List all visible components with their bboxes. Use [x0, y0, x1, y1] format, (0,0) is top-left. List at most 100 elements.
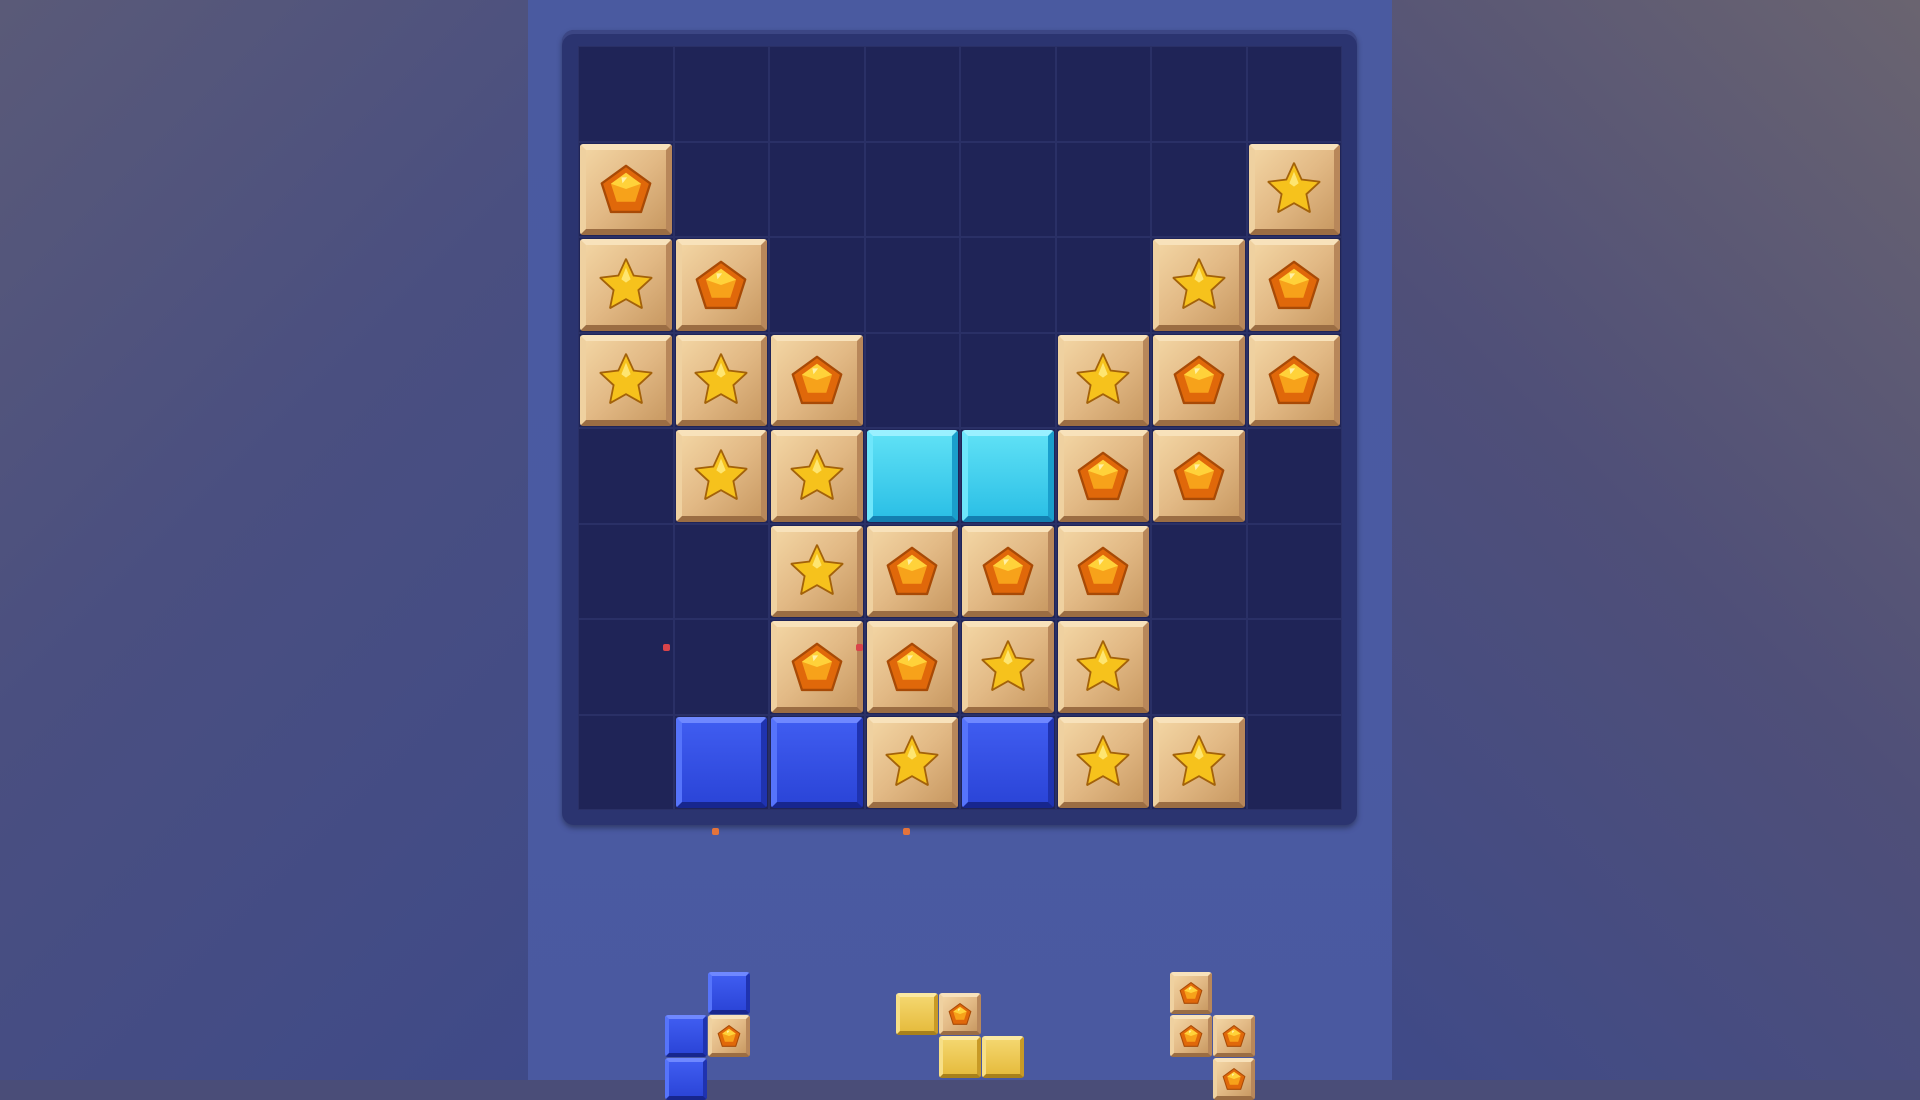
board-cell[interactable] — [578, 141, 674, 237]
board-cell[interactable] — [578, 714, 674, 810]
pentagon-gem-icon — [1077, 451, 1129, 500]
pentagon-gem-icon — [1179, 982, 1203, 1004]
board-cell[interactable] — [864, 332, 960, 428]
board-cell[interactable] — [769, 46, 865, 142]
board-cell[interactable] — [578, 332, 674, 428]
star-gem-icon — [1267, 162, 1321, 214]
board-cell[interactable] — [1055, 46, 1151, 142]
board-cell[interactable] — [960, 523, 1056, 619]
board-cell[interactable] — [769, 714, 865, 810]
game-board[interactable] — [578, 46, 1342, 810]
board-cell[interactable] — [769, 523, 865, 619]
board-cell[interactable] — [1055, 523, 1151, 619]
pentagon-gem-icon — [1222, 1068, 1246, 1090]
board-cell[interactable] — [960, 141, 1056, 237]
board-cell[interactable] — [578, 428, 674, 524]
board-cell[interactable] — [578, 46, 674, 142]
wood-star-block — [675, 334, 767, 426]
tray-tile — [1213, 1058, 1255, 1100]
board-cell[interactable] — [960, 714, 1056, 810]
wood-pentagon-block — [1213, 1058, 1255, 1100]
board-cell[interactable] — [578, 523, 674, 619]
cyan-block — [866, 430, 958, 522]
board-cell[interactable] — [769, 332, 865, 428]
board-cell[interactable] — [673, 619, 769, 715]
board-cell[interactable] — [1151, 714, 1247, 810]
board-cell[interactable] — [673, 523, 769, 619]
board-cell[interactable] — [673, 332, 769, 428]
board-cell[interactable] — [1246, 332, 1342, 428]
pentagon-gem-icon — [695, 260, 747, 309]
board-cell[interactable] — [864, 714, 960, 810]
board-cell[interactable] — [673, 428, 769, 524]
board-cell[interactable] — [1246, 523, 1342, 619]
board-cell[interactable] — [1246, 714, 1342, 810]
board-cell[interactable] — [864, 428, 960, 524]
star-gem-icon — [694, 353, 748, 405]
star-gem-icon — [885, 735, 939, 787]
wood-pentagon-block — [1248, 239, 1340, 331]
board-cell[interactable] — [1246, 141, 1342, 237]
wood-star-block — [1057, 334, 1149, 426]
board-cell[interactable] — [1151, 428, 1247, 524]
board-cell[interactable] — [578, 619, 674, 715]
board-cell[interactable] — [1151, 141, 1247, 237]
blue-block — [771, 716, 863, 808]
board-cell[interactable] — [578, 237, 674, 333]
wood-pentagon-block — [939, 993, 981, 1035]
board-cell[interactable] — [1151, 523, 1247, 619]
board-cell[interactable] — [960, 332, 1056, 428]
board-cell[interactable] — [1151, 46, 1247, 142]
board-cell[interactable] — [769, 237, 865, 333]
yellow-block — [982, 1036, 1024, 1078]
wood-pentagon-block — [962, 525, 1054, 617]
board-cell[interactable] — [864, 523, 960, 619]
board-cell[interactable] — [1055, 428, 1151, 524]
board-cell[interactable] — [1151, 237, 1247, 333]
wood-star-block — [580, 334, 672, 426]
board-cell[interactable] — [673, 237, 769, 333]
star-gem-icon — [1076, 640, 1130, 691]
board-cell[interactable] — [1151, 332, 1247, 428]
board-cell[interactable] — [960, 428, 1056, 524]
wood-pentagon-block — [866, 525, 958, 617]
board-cell[interactable] — [1246, 428, 1342, 524]
board-cell[interactable] — [769, 141, 865, 237]
board-cell[interactable] — [1246, 46, 1342, 142]
tray-tile — [939, 1036, 981, 1078]
board-cell[interactable] — [1055, 332, 1151, 428]
star-gem-icon — [1076, 735, 1130, 787]
board-cell[interactable] — [864, 619, 960, 715]
tray-tile — [939, 993, 981, 1035]
board-cell[interactable] — [864, 46, 960, 142]
particle — [856, 644, 863, 651]
board-cell[interactable] — [769, 428, 865, 524]
star-gem-icon — [790, 449, 844, 500]
board-cell[interactable] — [1151, 619, 1247, 715]
board-cell[interactable] — [1055, 714, 1151, 810]
board-cell[interactable] — [960, 237, 1056, 333]
board-cell[interactable] — [673, 714, 769, 810]
board-cell[interactable] — [1055, 237, 1151, 333]
board-cell[interactable] — [673, 141, 769, 237]
board-cell[interactable] — [1246, 237, 1342, 333]
background-left — [0, 0, 528, 1080]
wood-pentagon-block — [771, 334, 863, 426]
board-cell[interactable] — [1246, 619, 1342, 715]
tray-tile — [708, 972, 750, 1014]
pentagon-gem-icon — [791, 355, 843, 405]
wood-pentagon-block — [1057, 430, 1149, 522]
blue-block — [962, 716, 1054, 808]
wood-star-block — [1248, 143, 1340, 235]
board-cell[interactable] — [673, 46, 769, 142]
board-cell[interactable] — [769, 619, 865, 715]
board-cell[interactable] — [960, 619, 1056, 715]
board-cell[interactable] — [960, 46, 1056, 142]
yellow-block — [896, 993, 938, 1035]
pentagon-gem-icon — [791, 642, 843, 691]
board-cell[interactable] — [864, 141, 960, 237]
pentagon-gem-icon — [1179, 1025, 1203, 1047]
board-cell[interactable] — [864, 237, 960, 333]
board-cell[interactable] — [1055, 619, 1151, 715]
board-cell[interactable] — [1055, 141, 1151, 237]
